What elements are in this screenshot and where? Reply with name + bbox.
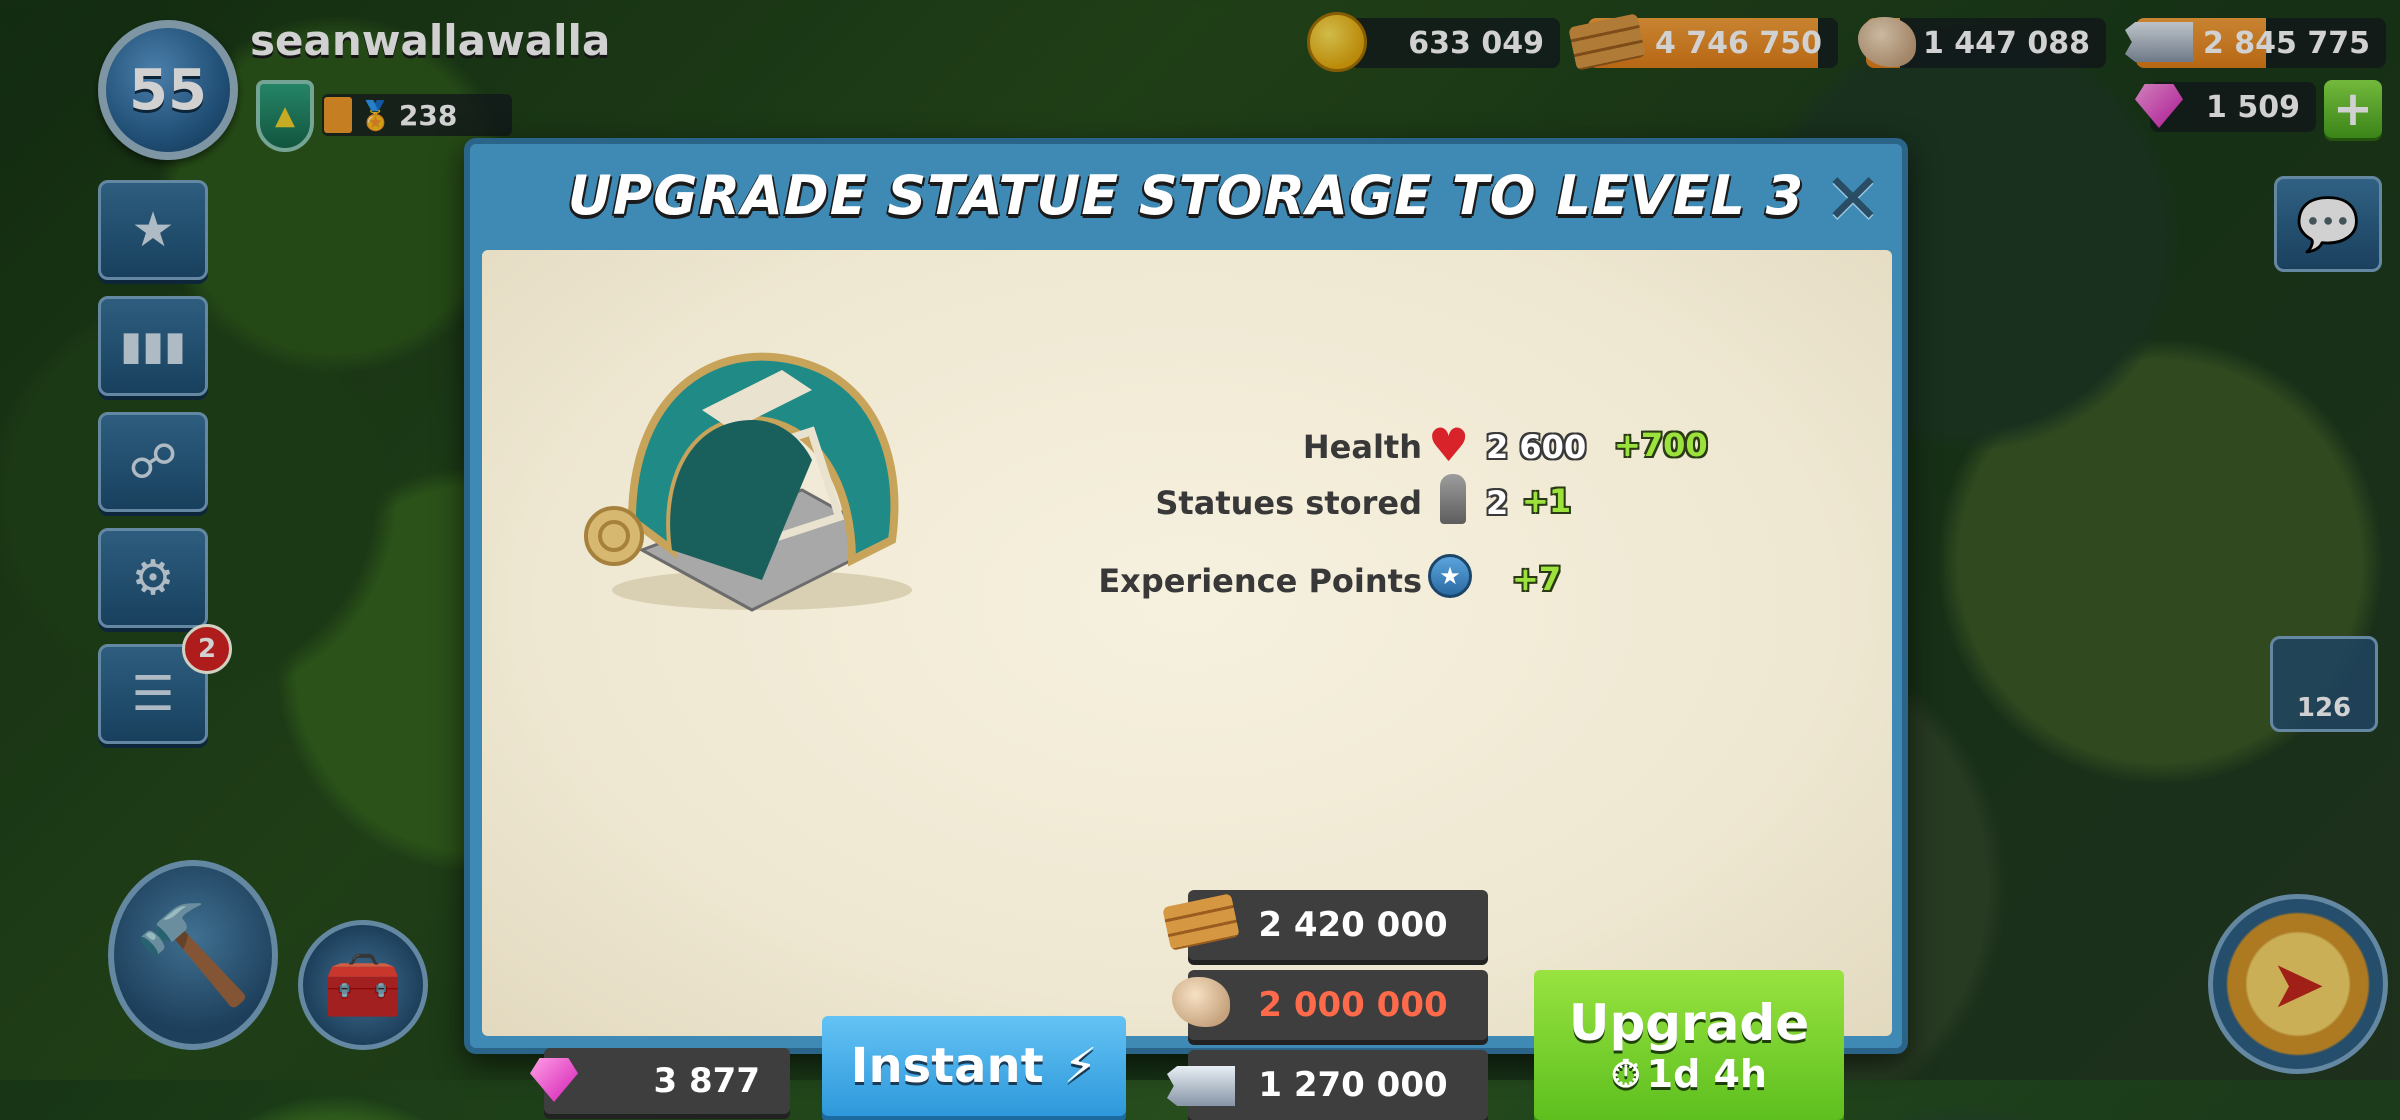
close-button[interactable]: ✕ [1816, 158, 1890, 240]
wood-cost-value: 2 420 000 [1258, 905, 1448, 945]
iron-icon [1162, 1054, 1240, 1118]
instant-label: Instant [850, 1038, 1044, 1094]
upgrade-dialog: UPGRADE STATUE STORAGE TO LEVEL 3 ✕ Heal… [464, 138, 1908, 1120]
stone-cost-value: 2 000 000 [1258, 985, 1448, 1025]
diamond-icon [524, 1050, 584, 1110]
lightning-icon: ⚡ [1063, 1038, 1098, 1094]
instant-button[interactable]: Instant ⚡ [822, 1016, 1126, 1116]
close-icon: ✕ [1823, 158, 1883, 240]
health-label: Health [1302, 428, 1422, 466]
experience-points-increase: +7 [1512, 560, 1562, 598]
health-value: 2 600 [1486, 428, 1587, 466]
instant-diamond-cost-value: 3 877 [653, 1061, 760, 1101]
heart-icon: ♥ [1428, 418, 1470, 472]
xp-star-icon: ★ [1428, 554, 1472, 598]
dialog-body: Health ♥ 2 600 +700 Statues stored 2 +1 … [482, 250, 1892, 1120]
upgrade-time-value: 1d 4h [1646, 1052, 1767, 1096]
statues-stored-label: Statues stored [1155, 484, 1422, 522]
dialog-title: UPGRADE STATUE STORAGE TO LEVEL 3 [567, 164, 1805, 227]
stopwatch-icon: ⏱ [1610, 1051, 1641, 1096]
experience-points-label: Experience Points [1098, 562, 1422, 600]
iron-cost-value: 1 270 000 [1258, 1065, 1448, 1105]
upgrade-label: Upgrade [1568, 993, 1810, 1052]
upgrade-button[interactable]: Upgrade ⏱ 1d 4h [1534, 970, 1844, 1120]
upgrade-time: ⏱ 1d 4h [1611, 1052, 1767, 1097]
statue-storage-building-image [584, 352, 912, 612]
stone-icon [1162, 970, 1240, 1034]
statue-icon [1440, 474, 1466, 524]
health-increase: +700 [1614, 426, 1708, 464]
statues-stored-value: 2 [1486, 484, 1509, 522]
statues-stored-increase: +1 [1522, 482, 1572, 520]
wood-icon [1162, 890, 1240, 954]
